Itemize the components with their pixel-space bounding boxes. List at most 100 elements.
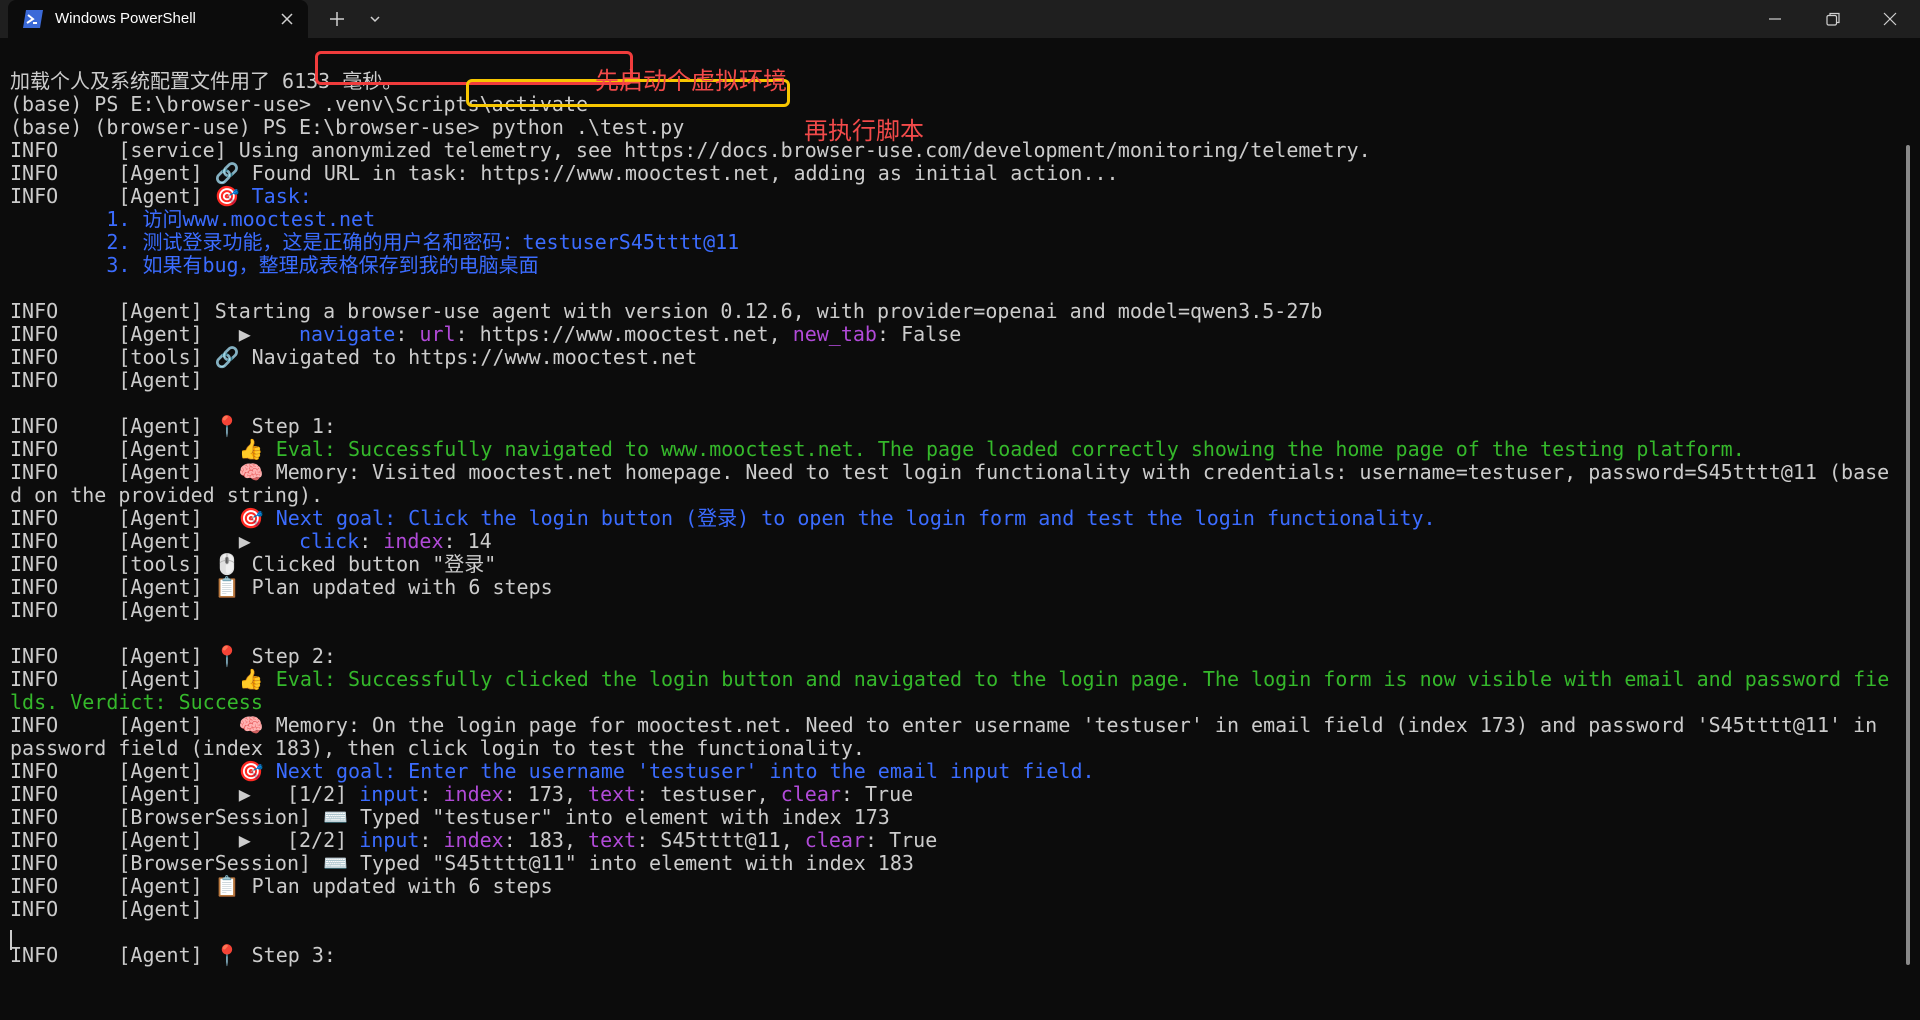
restore-button[interactable] xyxy=(1803,0,1863,38)
terminal-line: INFO [BrowserSession] ⌨️ Typed "S45tttt@… xyxy=(10,852,914,875)
terminal-line: 1. 访问www.mooctest.net xyxy=(10,208,375,231)
scrollbar[interactable] xyxy=(1906,145,1910,965)
terminal-text: INFO [Agent] 👍 xyxy=(10,667,276,691)
annotation-run-script: 再执行脚本 xyxy=(804,117,924,145)
tab-windows-powershell[interactable]: Windows PowerShell xyxy=(8,0,308,38)
new-tab-plus-icon[interactable] xyxy=(326,8,348,30)
terminal-text: Next goal: Click the login button (登录) t… xyxy=(275,506,1436,530)
terminal-text: Eval: Successfully clicked the login but… xyxy=(275,667,1890,691)
terminal-line: INFO [Agent] xyxy=(10,599,203,622)
terminal-text: : False xyxy=(876,322,962,346)
terminal-text: INFO [Agent] 🧠 Memory: On the login page… xyxy=(10,713,1878,737)
terminal-line: INFO [Agent] 📍 Step 1: xyxy=(10,415,336,438)
terminal-text: INFO [Agent] ▶ [2/2] xyxy=(10,828,360,852)
terminal-line: d on the provided string). xyxy=(10,484,323,507)
title-bar: Windows PowerShell xyxy=(0,0,1920,38)
terminal-text: index xyxy=(383,529,444,553)
terminal-text: clear xyxy=(804,828,865,852)
terminal-line: INFO [Agent] 🔗 Found URL in task: https:… xyxy=(10,162,1119,185)
terminal-line: INFO [Agent] 🎯 Task: xyxy=(10,185,312,208)
terminal-text: : True xyxy=(840,782,914,806)
terminal-text: new_tab xyxy=(792,322,877,346)
terminal-text: INFO [Agent] 🎯 xyxy=(10,506,276,530)
terminal-text: d on the provided string). xyxy=(10,483,324,507)
terminal-text: url xyxy=(419,322,456,346)
terminal-text: : 173, xyxy=(503,782,589,806)
terminal-line: (base) (browser-use) PS E:\browser-use> … xyxy=(10,116,684,139)
terminal-line: INFO [Agent] ▶ click: index: 14 xyxy=(10,530,492,553)
restore-icon xyxy=(1826,12,1840,26)
terminal-text: python .\test.py xyxy=(491,115,685,139)
close-window-button[interactable] xyxy=(1860,0,1920,38)
powershell-icon xyxy=(23,10,43,28)
terminal-text: INFO [Agent] 🧠 Memory: Visited mooctest.… xyxy=(10,460,1890,484)
terminal-text: INFO [Agent] Starting a browser-use agen… xyxy=(10,299,1323,323)
terminal-text: 1. 访问www.mooctest.net xyxy=(10,207,376,231)
terminal-text: input xyxy=(359,782,420,806)
terminal-text: : xyxy=(395,322,420,346)
terminal-line: INFO [Agent] 📍 Step 3: xyxy=(10,944,336,967)
terminal-line: 2. 测试登录功能，这是正确的用户名和密码：testuserS45tttt@11 xyxy=(10,231,739,254)
tab-title: Windows PowerShell xyxy=(55,10,196,27)
terminal-text: INFO [Agent] 📍 Step 3: xyxy=(10,943,336,967)
terminal-line: INFO [Agent] 👍 Eval: Successfully clicke… xyxy=(10,668,1889,691)
terminal-text: text xyxy=(588,828,637,852)
terminal-line: INFO [Agent] xyxy=(10,898,203,921)
chevron-down-icon[interactable] xyxy=(364,8,386,30)
terminal-line: 3. 如果有bug，整理成表格保存到我的电脑桌面 xyxy=(10,254,538,277)
terminal-text: : xyxy=(419,782,444,806)
terminal-text: (base) (browser-use) PS E:\browser-use> xyxy=(10,115,492,139)
terminal-text: click xyxy=(298,529,360,553)
terminal-text: password field (index 183), then click l… xyxy=(10,736,865,760)
terminal-text: INFO [Agent] xyxy=(10,598,203,622)
terminal-text: Eval: Successfully navigated to www.mooc… xyxy=(275,437,1745,461)
terminal-line: INFO [tools] 🔗 Navigated to https://www.… xyxy=(10,346,697,369)
terminal-line: INFO [service] Using anonymized telemetr… xyxy=(10,139,1371,162)
close-tab-icon[interactable] xyxy=(278,10,296,28)
terminal-text: clear xyxy=(780,782,841,806)
terminal-text: navigate xyxy=(298,322,396,346)
terminal-line: INFO [Agent] ▶ [2/2] input: index: 183, … xyxy=(10,829,937,852)
terminal-text: : True xyxy=(865,828,938,852)
terminal-text: index xyxy=(443,782,504,806)
terminal-line: INFO [Agent] 📋 Plan updated with 6 steps xyxy=(10,576,553,599)
terminal-line: INFO [Agent] Starting a browser-use agen… xyxy=(10,300,1322,323)
terminal-text: : 14 xyxy=(443,529,492,553)
terminal-text: INFO [BrowserSession] ⌨️ Typed "testuser… xyxy=(10,805,890,829)
terminal-text: index xyxy=(443,828,504,852)
terminal-text: INFO [Agent] xyxy=(10,897,203,921)
terminal-text: input xyxy=(359,828,420,852)
terminal-text: INFO [Agent] xyxy=(10,368,203,392)
terminal-text: INFO [Agent] 🎯 xyxy=(10,759,276,783)
terminal-text: 2. 测试登录功能，这是正确的用户名和密码：testuserS45tttt@11 xyxy=(10,230,740,254)
terminal-line: lds. Verdict: Success xyxy=(10,691,263,714)
annotation-activate-venv: 先启动个虚拟环境 xyxy=(595,67,787,95)
minimize-icon xyxy=(1769,18,1781,20)
terminal-text: INFO [Agent] ▶ xyxy=(10,529,299,553)
terminal-text: INFO [BrowserSession] ⌨️ Typed "S45tttt@… xyxy=(10,851,914,875)
terminal-text: INFO [Agent] 📍 Step 2: xyxy=(10,644,336,668)
terminal-text: INFO [Agent] ▶ [1/2] xyxy=(10,782,360,806)
terminal-text: text xyxy=(588,782,637,806)
terminal-text: Task: xyxy=(251,184,312,208)
terminal-text: : S45tttt@11, xyxy=(636,828,805,852)
terminal-text: INFO [Agent] 📋 Plan updated with 6 steps xyxy=(10,874,553,898)
terminal-line: INFO [Agent] 🎯 Next goal: Enter the user… xyxy=(10,760,1095,783)
terminal-text: lds. Verdict: Success xyxy=(10,690,263,714)
terminal-line: INFO [tools] 🖱️ Clicked button "登录" xyxy=(10,553,496,576)
terminal-text: Next goal: Enter the username 'testuser'… xyxy=(275,759,1095,783)
terminal-line: INFO [Agent] 📋 Plan updated with 6 steps xyxy=(10,875,553,898)
terminal-text: : xyxy=(419,828,444,852)
terminal-text: (base) PS E:\browser-use> xyxy=(10,92,324,116)
terminal-text: INFO [Agent] 🔗 Found URL in task: https:… xyxy=(10,161,1119,185)
terminal-text: INFO [Agent] 🎯 xyxy=(10,184,252,208)
terminal-output[interactable]: 加载个人及系统配置文件用了 6133 毫秒。 (base) PS E:\brows… xyxy=(0,38,1900,1020)
close-icon xyxy=(1883,12,1897,26)
minimize-button[interactable] xyxy=(1745,0,1805,38)
terminal-line: password field (index 183), then click l… xyxy=(10,737,865,760)
terminal-line: INFO [Agent] ▶ navigate: url: https://ww… xyxy=(10,323,961,346)
terminal-text: : 183, xyxy=(503,828,589,852)
terminal-text: : https://www.mooctest.net, xyxy=(455,322,793,346)
terminal-text: INFO [Agent] ▶ xyxy=(10,322,299,346)
terminal-line: INFO [Agent] ▶ [1/2] input: index: 173, … xyxy=(10,783,913,806)
